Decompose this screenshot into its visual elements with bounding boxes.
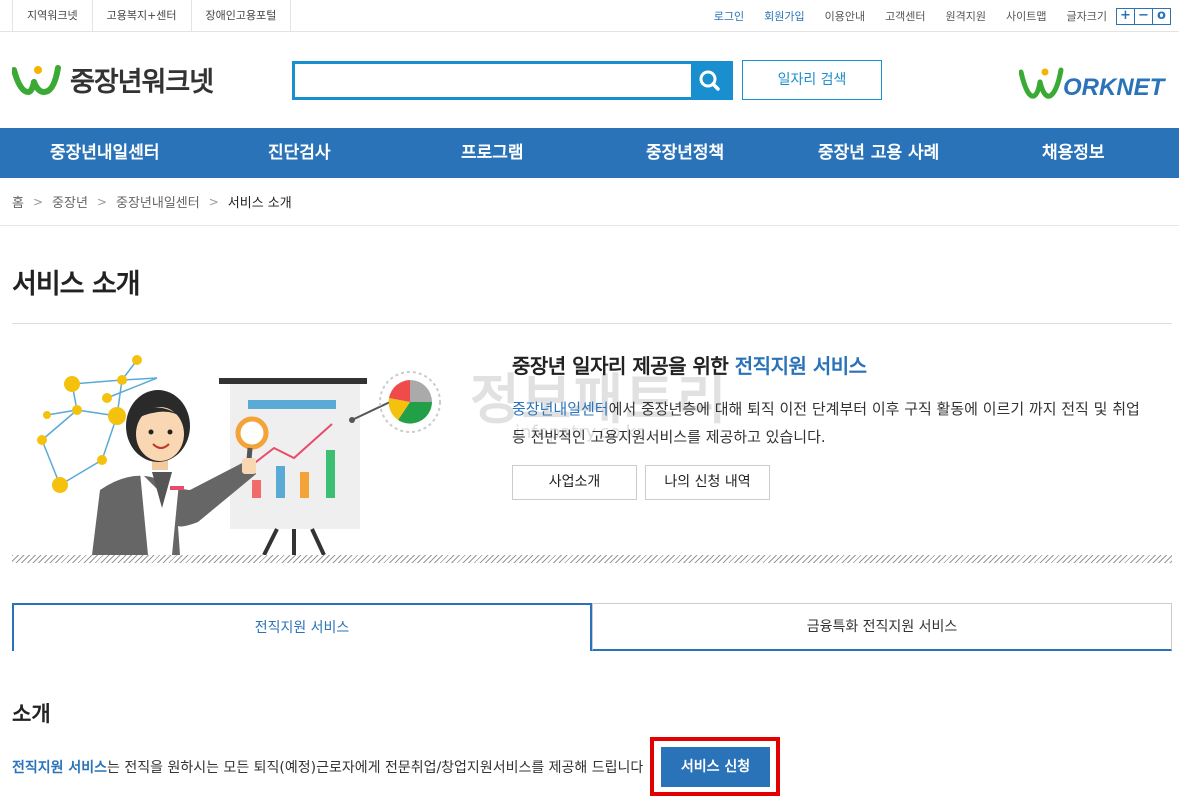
tab-finance-transition-service[interactable]: 금융특화 전직지원 서비스 bbox=[592, 603, 1172, 651]
section-description: 전직지원 서비스는 전직을 원하시는 모든 퇴직(예정)근로자에게 전문취업/창… bbox=[12, 757, 643, 777]
worknet-logo[interactable]: ORKNET bbox=[1019, 66, 1171, 100]
search-box bbox=[292, 61, 733, 100]
tab-transition-service[interactable]: 전직지원 서비스 bbox=[12, 603, 592, 651]
nav-item-employment-cases[interactable]: 중장년 고용 사례 bbox=[818, 128, 939, 178]
breadcrumb-home[interactable]: 홈 bbox=[12, 192, 24, 211]
service-apply-button[interactable]: 서비스 신청 bbox=[661, 747, 770, 787]
main-nav: 중장년내일센터 진단검사 프로그램 중장년정책 중장년 고용 사례 채용정보 bbox=[0, 128, 1179, 178]
search-input[interactable] bbox=[295, 64, 691, 97]
chevron-right-icon: > bbox=[96, 194, 107, 209]
my-application-button[interactable]: 나의 신청 내역 bbox=[645, 465, 770, 500]
hatched-divider bbox=[12, 555, 1172, 563]
nav-item-assessment[interactable]: 진단검사 bbox=[268, 128, 331, 178]
section-description-text: 는 전직을 원하시는 모든 퇴직(예정)근로자에게 전문취업/창업지원서비스를 … bbox=[107, 760, 644, 776]
font-size-controls: + − o bbox=[1116, 7, 1171, 25]
remote-support-link[interactable]: 원격지원 bbox=[946, 8, 986, 24]
service-tabs: 전직지원 서비스 금융특화 전직지원 서비스 bbox=[12, 603, 1172, 651]
font-reset-button[interactable]: o bbox=[1152, 7, 1171, 25]
search-button[interactable] bbox=[691, 64, 730, 97]
link-disabled-employment-portal[interactable]: 장애인고용포털 bbox=[192, 0, 292, 32]
divider bbox=[12, 323, 1172, 324]
divider bbox=[0, 225, 1179, 226]
job-search-button[interactable]: 일자리 검색 bbox=[742, 60, 882, 100]
chevron-right-icon: > bbox=[208, 194, 219, 209]
font-decrease-button[interactable]: − bbox=[1134, 7, 1153, 25]
member-links: 로그인 회원가입 이용안내 고객센터 원격지원 사이트맵 글자크기 + − o bbox=[694, 0, 1171, 32]
guide-link[interactable]: 이용안내 bbox=[825, 8, 865, 24]
intro-center-name: 중장년내일센터 bbox=[512, 400, 609, 418]
site-logo[interactable]: 중장년워크넷 bbox=[12, 60, 214, 99]
login-link[interactable]: 로그인 bbox=[714, 8, 744, 24]
customer-center-link[interactable]: 고객센터 bbox=[885, 8, 925, 24]
breadcrumb-current: 서비스 소개 bbox=[227, 196, 292, 211]
logo-text: 중장년워크넷 bbox=[70, 67, 214, 98]
utility-bar: 지역워크넷 고용복지+센터 장애인고용포털 로그인 회원가입 이용안내 고객센터… bbox=[0, 0, 1179, 32]
font-size-label: 글자크기 bbox=[1066, 10, 1107, 23]
sitemap-link[interactable]: 사이트맵 bbox=[1006, 8, 1046, 24]
signup-link[interactable]: 회원가입 bbox=[764, 8, 804, 24]
highlight-box: 서비스 신청 bbox=[650, 737, 780, 796]
nav-item-midlife-center[interactable]: 중장년내일센터 bbox=[50, 128, 159, 178]
svg-text:ORKNET: ORKNET bbox=[1063, 74, 1167, 100]
breadcrumb-center[interactable]: 중장년내일센터 bbox=[116, 192, 200, 211]
family-site-links: 지역워크넷 고용복지+센터 장애인고용포털 bbox=[12, 0, 292, 32]
breadcrumb-midlife[interactable]: 중장년 bbox=[52, 192, 88, 211]
breadcrumb: 홈 > 중장년 > 중장년내일센터 > 서비스 소개 bbox=[12, 192, 292, 212]
logo-w-icon bbox=[12, 64, 61, 95]
nav-item-program[interactable]: 프로그램 bbox=[461, 128, 524, 178]
section-service-name: 전직지원 서비스 bbox=[12, 760, 108, 776]
link-employment-welfare-center[interactable]: 고용복지+센터 bbox=[93, 0, 192, 32]
font-increase-button[interactable]: + bbox=[1116, 7, 1135, 25]
chevron-right-icon: > bbox=[32, 194, 44, 209]
section-heading: 소개 bbox=[12, 702, 51, 726]
consultant-illustration bbox=[37, 355, 441, 555]
business-intro-button[interactable]: 사업소개 bbox=[512, 465, 637, 500]
intro-description: 중장년내일센터에서 중장년층에 대해 퇴직 이전 단계부터 이후 구직 활동에 … bbox=[512, 395, 1152, 451]
nav-item-policy[interactable]: 중장년정책 bbox=[646, 128, 724, 178]
page-title: 서비스 소개 bbox=[12, 269, 141, 300]
nav-item-job-info[interactable]: 채용정보 bbox=[1042, 128, 1105, 178]
search-icon bbox=[699, 70, 720, 91]
link-regional-worknet[interactable]: 지역워크넷 bbox=[13, 0, 93, 32]
intro-heading-prefix: 중장년 일자리 제공을 위한 bbox=[512, 354, 735, 378]
intro-heading-highlight: 전직지원 서비스 bbox=[734, 354, 867, 378]
intro-heading: 중장년 일자리 제공을 위한 전직지원 서비스 bbox=[512, 350, 867, 379]
